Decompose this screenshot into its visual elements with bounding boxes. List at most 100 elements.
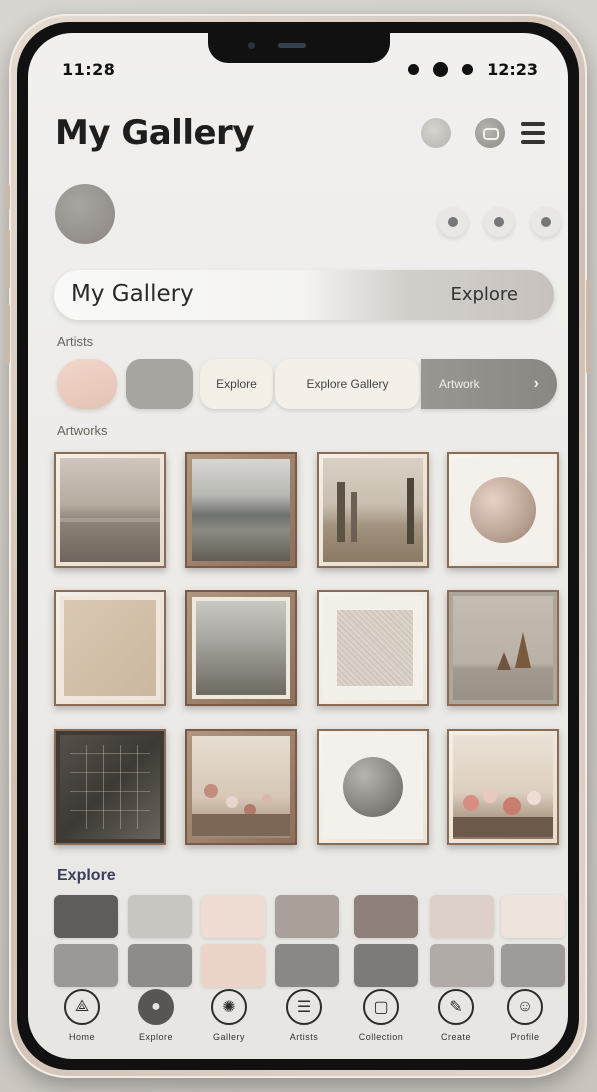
easel-icon: ⟁	[64, 989, 100, 1025]
filters-label: Artists	[57, 334, 94, 349]
artwork-card[interactable]	[447, 590, 559, 706]
nav-item-explore[interactable]: ● Explore	[126, 989, 186, 1042]
control-dot-1[interactable]	[438, 207, 468, 237]
artwork-card[interactable]	[54, 729, 166, 845]
artwork-card[interactable]	[54, 452, 166, 568]
page-title: My Gallery	[55, 113, 254, 153]
battery-icon	[462, 64, 474, 75]
wifi-icon	[433, 62, 449, 77]
pink-sphere-image	[453, 458, 553, 562]
gray-sphere-image	[323, 735, 423, 839]
artwork-card[interactable]	[54, 590, 166, 706]
color-swatch[interactable]	[128, 944, 192, 987]
trees-by-water-image	[323, 458, 423, 562]
artwork-card[interactable]	[185, 452, 297, 568]
color-swatch[interactable]	[275, 944, 339, 987]
palette-icon: ✺	[211, 989, 247, 1025]
nav-item-artists[interactable]: ☰ Artists	[274, 989, 334, 1042]
message-icon[interactable]	[475, 118, 505, 148]
floral-arrangement-image	[453, 735, 553, 839]
foggy-lake-image	[192, 459, 290, 561]
filter-chip-artwork[interactable]: Artwork ›	[421, 359, 557, 409]
artwork-card[interactable]	[185, 729, 297, 845]
color-swatch[interactable]	[201, 944, 265, 987]
screen: 11:28 12:23 My Gallery My Gallery Explor…	[28, 33, 568, 1059]
filter-chip-label: Artwork	[439, 377, 480, 391]
volume-up-button	[5, 229, 10, 289]
filter-chip-blush[interactable]	[57, 359, 117, 409]
color-swatch[interactable]	[501, 895, 565, 938]
color-swatch[interactable]	[54, 944, 118, 987]
color-swatch[interactable]	[275, 895, 339, 938]
phone-frame: 11:28 12:23 My Gallery My Gallery Explor…	[5, 14, 591, 1078]
art-icon: ☰	[286, 989, 322, 1025]
volume-down-button	[5, 304, 10, 364]
color-swatch[interactable]	[354, 944, 418, 987]
nav-item-home[interactable]: ⟁ Home	[52, 989, 112, 1042]
menu-line	[521, 131, 545, 135]
color-swatch[interactable]	[430, 895, 494, 938]
my-gallery-tab[interactable]: My Gallery	[71, 281, 194, 307]
artworks-label: Artworks	[57, 423, 108, 438]
bezel: 11:28 12:23 My Gallery My Gallery Explor…	[17, 22, 579, 1070]
linen-texture-image	[323, 596, 423, 700]
frame-icon: ▢	[363, 989, 399, 1025]
nav-label: Gallery	[212, 1032, 245, 1042]
notch	[208, 33, 390, 63]
profile-icon[interactable]	[421, 118, 451, 148]
artwork-card[interactable]	[447, 452, 559, 568]
control-dot-3[interactable]	[531, 207, 561, 237]
filter-chip-gray[interactable]	[126, 359, 193, 409]
filter-chip-label: Explore Gallery	[306, 377, 389, 391]
nav-label: Collection	[358, 1032, 404, 1042]
mute-switch	[5, 184, 10, 210]
filter-chip-label: Explore	[216, 377, 257, 391]
glass-architecture-image	[60, 735, 160, 839]
beige-canvas-image	[60, 596, 160, 700]
color-swatch[interactable]	[54, 895, 118, 938]
flower-still-life-image	[192, 736, 290, 838]
nav-label: Artists	[289, 1032, 319, 1042]
menu-line	[521, 140, 545, 144]
artwork-card[interactable]	[447, 729, 559, 845]
control-dot-2[interactable]	[484, 207, 514, 237]
nav-item-collection[interactable]: ▢ Collection	[351, 989, 411, 1042]
speaker-icon	[278, 43, 306, 48]
misty-landscape-image	[60, 458, 160, 562]
discover-icon: ●	[138, 989, 174, 1025]
color-swatch[interactable]	[201, 895, 265, 938]
gallery-switcher[interactable]: My Gallery Explore	[54, 270, 554, 320]
camera-icon	[248, 42, 255, 49]
cloudy-sky-image	[192, 597, 290, 699]
nav-item-create[interactable]: ✎ Create	[426, 989, 486, 1042]
bottom-nav: ⟁ Home ● Explore ✺ Gallery ☰ Artists ▢ C…	[28, 989, 568, 1059]
nav-label: Explore	[138, 1032, 173, 1042]
nav-label: Create	[440, 1032, 471, 1042]
nav-item-gallery[interactable]: ✺ Gallery	[199, 989, 259, 1042]
brush-icon: ✎	[438, 989, 474, 1025]
filter-chip-explore[interactable]: Explore	[200, 359, 273, 409]
gray-sphere	[343, 757, 403, 817]
nav-item-profile[interactable]: ☺ Profile	[495, 989, 555, 1042]
explore-label: Explore	[57, 867, 116, 884]
power-button	[586, 279, 591, 374]
menu-line	[521, 122, 545, 126]
color-swatch[interactable]	[501, 944, 565, 987]
artwork-card[interactable]	[185, 590, 297, 706]
filter-chip-gallery[interactable]: Explore Gallery	[275, 359, 420, 409]
avatar[interactable]	[55, 184, 115, 244]
nav-label: Home	[68, 1032, 95, 1042]
menu-icon[interactable]	[521, 122, 545, 144]
color-swatch[interactable]	[430, 944, 494, 987]
artwork-card[interactable]	[317, 729, 429, 845]
chevron-right-icon: ›	[533, 375, 539, 392]
pink-sphere	[470, 477, 536, 543]
artwork-card[interactable]	[317, 590, 429, 706]
artwork-card[interactable]	[317, 452, 429, 568]
ship-on-sea-image	[453, 596, 553, 700]
status-time: 11:28	[62, 60, 116, 79]
explore-tab[interactable]: Explore	[450, 284, 518, 305]
status-icons: 12:23	[408, 60, 538, 79]
color-swatch[interactable]	[354, 895, 418, 938]
color-swatch[interactable]	[128, 895, 192, 938]
